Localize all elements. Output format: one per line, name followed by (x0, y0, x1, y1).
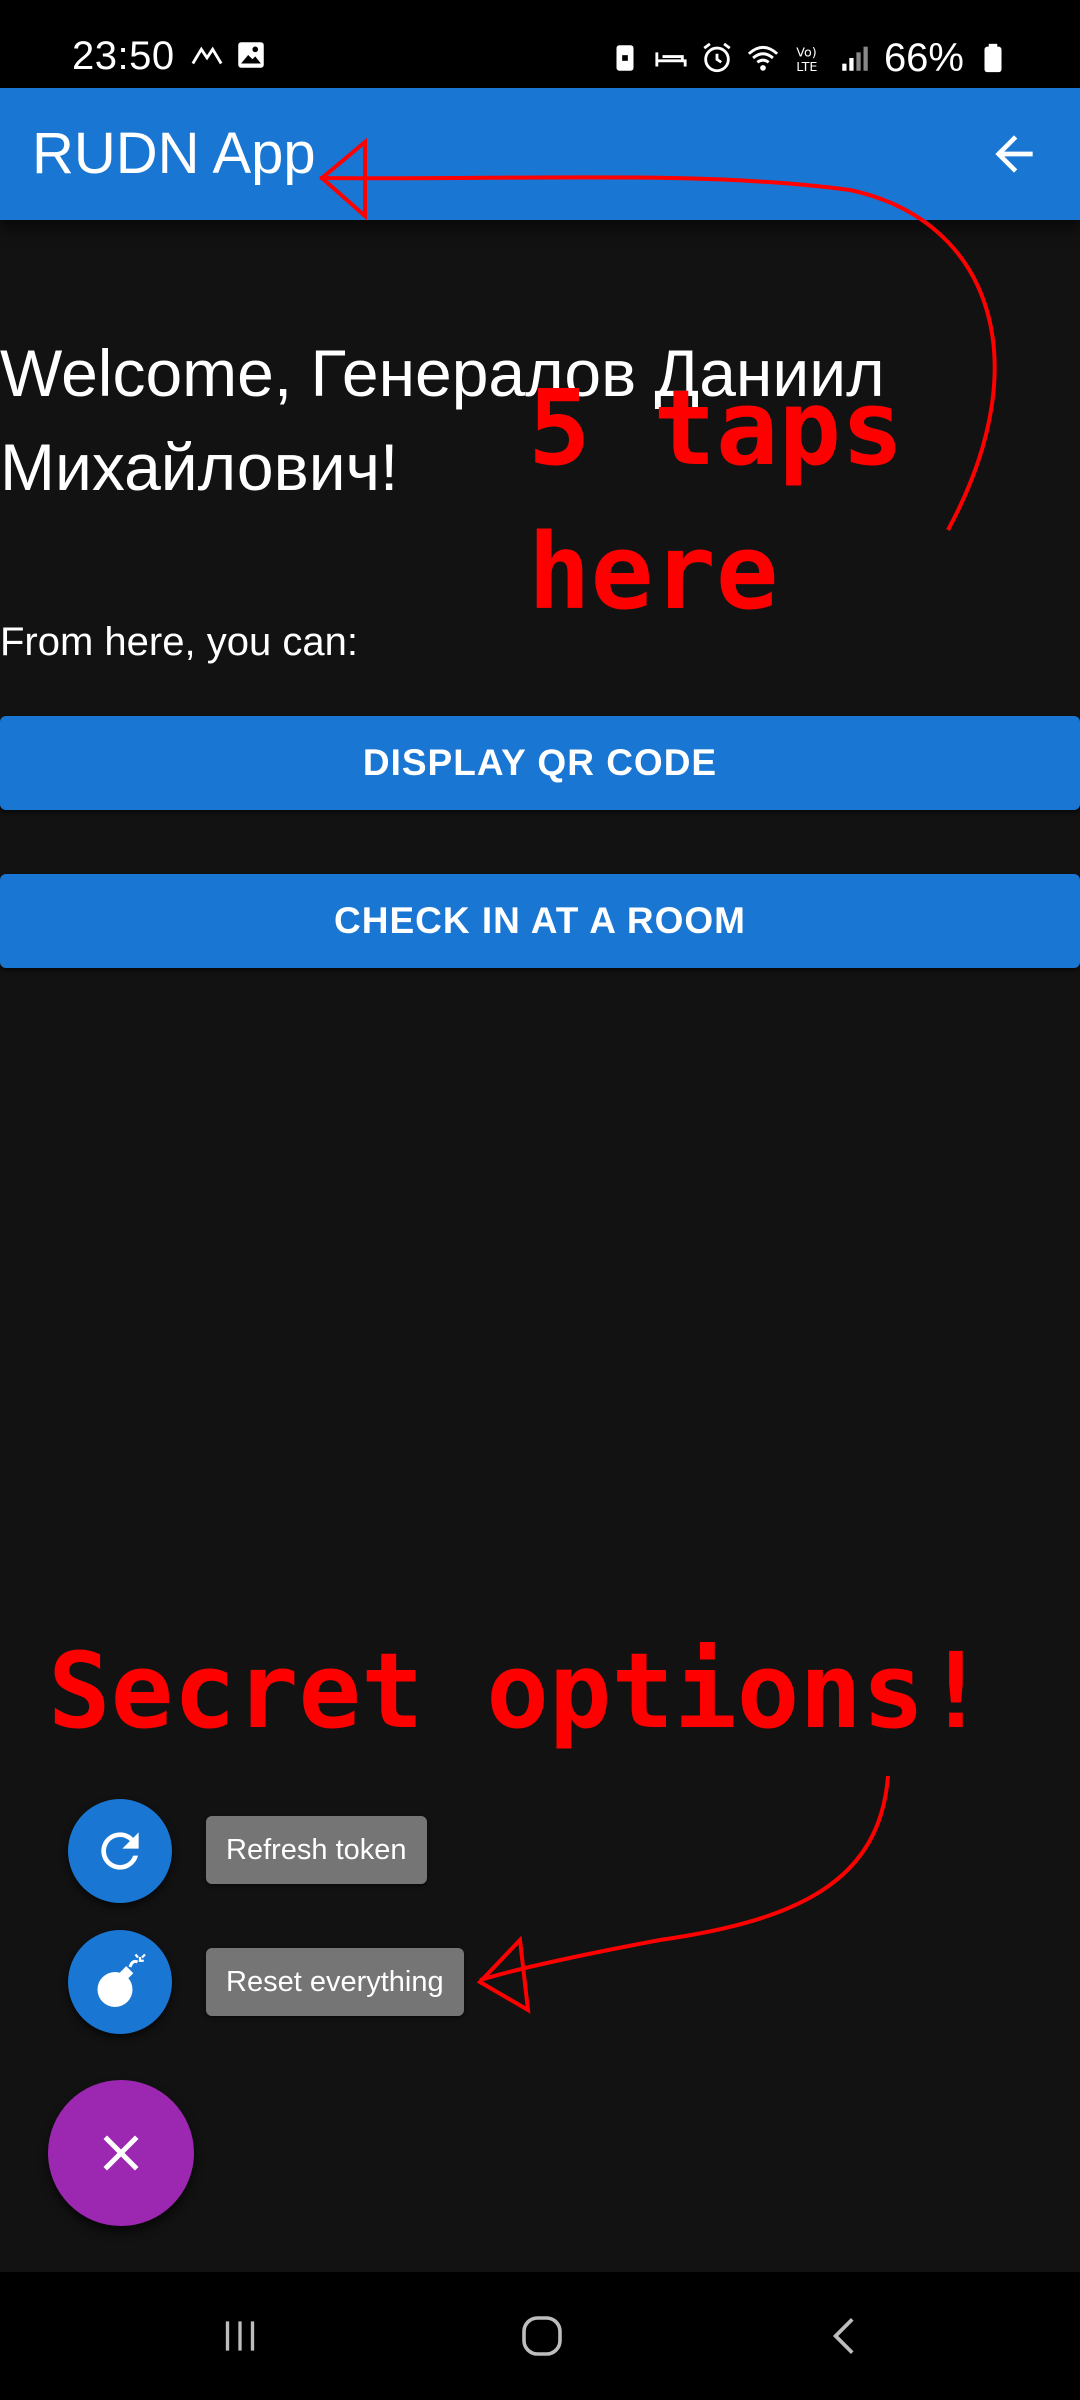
status-left-icons (190, 38, 268, 72)
reset-everything-fab[interactable] (68, 1930, 172, 2034)
battery-saver-icon (616, 45, 634, 71)
app-title[interactable]: RUDN App (32, 118, 316, 190)
arrow-to-reset (479, 1775, 890, 1982)
svg-text:LTE: LTE (796, 60, 817, 75)
back-button[interactable] (978, 118, 1050, 190)
home-button[interactable] (502, 2296, 582, 2376)
annotation-taps: 5 taps here (528, 367, 904, 633)
alarm-icon (703, 42, 731, 73)
refresh-icon (101, 1832, 139, 1870)
refresh-token-fab[interactable] (68, 1799, 172, 1903)
status-time: 23:50 (72, 34, 175, 78)
recents-button[interactable] (200, 2296, 280, 2376)
recents-icon (225, 2321, 255, 2351)
signal-arc-icon (191, 46, 223, 65)
volte-icon: Vo)LTE (796, 46, 817, 75)
annotation-secret-options: Secret options! (48, 1630, 988, 1752)
close-icon (103, 2135, 139, 2171)
display-qr-code-button[interactable]: DISPLAY QR CODE (0, 716, 1080, 810)
close-menu-fab[interactable] (48, 2080, 194, 2226)
wifi-icon (747, 45, 779, 71)
refresh-token-label[interactable]: Refresh token (206, 1816, 427, 1884)
intro-text: From here, you can: (0, 620, 358, 664)
cell-signal-icon (842, 46, 868, 71)
back-icon (832, 2318, 854, 2354)
image-icon (238, 42, 264, 68)
arrowhead-reset (476, 1935, 531, 2014)
bomb-icon (97, 1953, 146, 2007)
battery-percent: 66% (883, 36, 964, 80)
status-right-icons: Vo) LTE 66% (608, 34, 1010, 82)
screen: 23:50 Vo) LTE 66% RUDN App Welcome, Генер… (0, 0, 1080, 2400)
home-icon (522, 2316, 562, 2356)
bed-icon (655, 52, 687, 67)
nav-back-button[interactable] (806, 2296, 886, 2376)
arrow-back-icon (995, 135, 1033, 173)
svg-text:Vo): Vo) (796, 46, 817, 61)
status-bar: 23:50 Vo) LTE 66% (0, 0, 1080, 88)
check-in-room-button[interactable]: CHECK IN AT A ROOM (0, 874, 1080, 968)
battery-icon (984, 43, 1002, 73)
system-nav-bar (0, 2272, 1080, 2400)
reset-everything-label[interactable]: Reset everything (206, 1948, 464, 2016)
app-bar: RUDN App (0, 88, 1080, 220)
